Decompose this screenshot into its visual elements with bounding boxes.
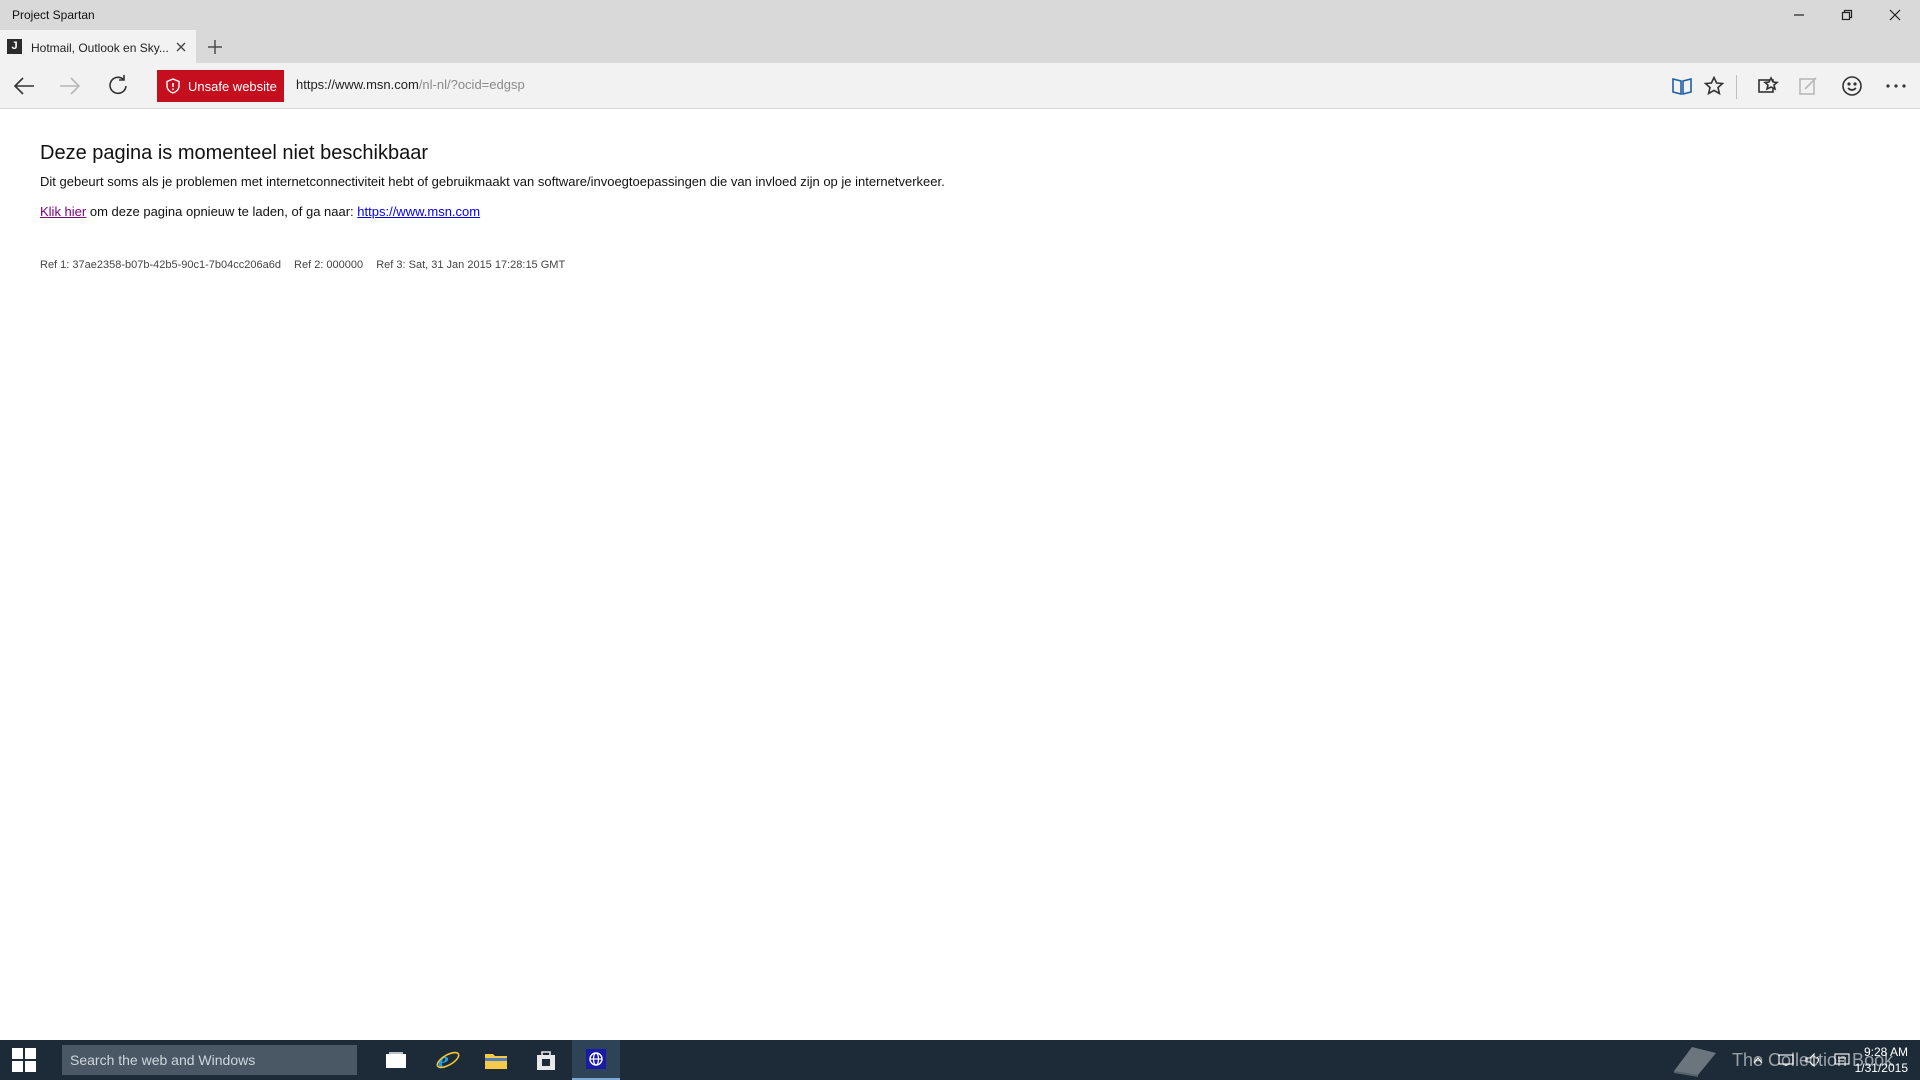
hub-icon	[1758, 76, 1779, 93]
refresh-icon	[109, 75, 127, 95]
more-actions-button[interactable]	[1874, 63, 1918, 109]
smiley-icon	[1842, 76, 1862, 96]
reading-view-icon	[1672, 77, 1692, 96]
close-icon	[1889, 9, 1901, 21]
show-hidden-icons-button[interactable]	[1748, 1050, 1768, 1070]
system-tray	[1740, 1040, 1852, 1080]
star-icon	[1704, 76, 1724, 96]
refresh-button[interactable]	[96, 63, 140, 109]
task-view-button[interactable]	[372, 1040, 420, 1080]
restore-button[interactable]	[1824, 0, 1870, 30]
new-tab-icon[interactable]	[206, 38, 224, 56]
taskbar-clock[interactable]: 9:28 AM 1/31/2015	[1838, 1044, 1908, 1076]
taskbar: Search the web and Windows e The Collect…	[0, 1040, 1920, 1080]
network-button[interactable]	[1776, 1050, 1796, 1070]
reload-link[interactable]: Klik hier	[40, 204, 86, 219]
clock-date: 1/31/2015	[1854, 1061, 1908, 1075]
forward-button[interactable]	[48, 63, 92, 109]
book-logo-icon	[1674, 1047, 1716, 1077]
more-icon	[1886, 84, 1906, 88]
spartan-browser-icon	[586, 1049, 606, 1069]
minimize-button[interactable]	[1776, 0, 1822, 30]
error-heading: Deze pagina is momenteel niet beschikbaa…	[40, 142, 428, 164]
network-icon	[1778, 1054, 1794, 1066]
forward-arrow-icon	[60, 77, 81, 95]
web-note-icon	[1799, 77, 1817, 95]
toolbar-separator	[1736, 75, 1737, 99]
internet-explorer-icon: e	[436, 1048, 460, 1073]
address-bar[interactable]: https://www.msn.com/nl-nl/?ocid=edgsp	[296, 77, 525, 92]
tab-title: Hotmail, Outlook en Sky...	[31, 41, 169, 55]
taskbar-search-box[interactable]: Search the web and Windows	[62, 1045, 357, 1075]
task-view-icon	[386, 1052, 406, 1068]
address-path: /nl-nl/?ocid=edgsp	[418, 77, 525, 92]
unsafe-website-label: Unsafe website	[188, 78, 277, 94]
spartan-browser-button[interactable]	[572, 1040, 620, 1080]
chevron-up-icon	[1753, 1057, 1763, 1064]
address-domain: https://www.msn.com	[296, 77, 419, 92]
clock-time: 9:28 AM	[1863, 1045, 1908, 1059]
msn-home-link[interactable]: https://www.msn.com	[357, 204, 480, 219]
window-title: Project Spartan	[12, 8, 95, 22]
store-bag-icon	[537, 1051, 555, 1070]
ref-3: Ref 3: Sat, 31 Jan 2015 17:28:15 GMT	[376, 259, 566, 271]
back-arrow-icon	[13, 77, 34, 95]
hub-button[interactable]	[1746, 63, 1790, 109]
navigation-bar: Unsafe website https://www.msn.com/nl-nl…	[0, 63, 1920, 109]
unsafe-website-badge[interactable]: Unsafe website	[157, 70, 284, 102]
site-favicon-icon: J	[7, 39, 22, 54]
shield-warning-icon	[166, 78, 180, 94]
windows-logo-icon	[12, 1048, 36, 1072]
browser-tab[interactable]: J Hotmail, Outlook en Sky...	[0, 30, 196, 63]
feedback-button[interactable]	[1830, 63, 1874, 109]
ref-2: Ref 2: 000000	[294, 259, 364, 271]
reload-text: om deze pagina opnieuw te laden, of ga n…	[86, 204, 358, 219]
volume-icon	[1805, 1053, 1820, 1067]
reference-info: Ref 1: 37ae2358-b07b-42b5-90c1-7b04cc206…	[40, 259, 575, 271]
store-button[interactable]	[522, 1040, 570, 1080]
internet-explorer-button[interactable]: e	[424, 1040, 472, 1080]
start-button[interactable]	[0, 1040, 48, 1080]
error-description: Dit gebeurt soms als je problemen met in…	[40, 174, 945, 189]
tab-close-icon[interactable]	[174, 40, 188, 54]
ref-1: Ref 1: 37ae2358-b07b-42b5-90c1-7b04cc206…	[40, 259, 281, 271]
close-window-button[interactable]	[1872, 0, 1918, 30]
folder-icon	[485, 1054, 507, 1069]
web-note-button[interactable]	[1786, 63, 1830, 109]
volume-button[interactable]	[1804, 1050, 1824, 1070]
back-button[interactable]	[2, 63, 46, 109]
minimize-icon	[1794, 14, 1804, 16]
file-explorer-button[interactable]	[472, 1040, 520, 1080]
reload-line: Klik hier om deze pagina opnieuw te lade…	[40, 204, 480, 219]
tab-strip: J Hotmail, Outlook en Sky...	[0, 30, 1920, 63]
favorites-button[interactable]	[1692, 63, 1736, 109]
restore-icon	[1841, 9, 1853, 21]
title-bar: Project Spartan	[0, 0, 1920, 30]
